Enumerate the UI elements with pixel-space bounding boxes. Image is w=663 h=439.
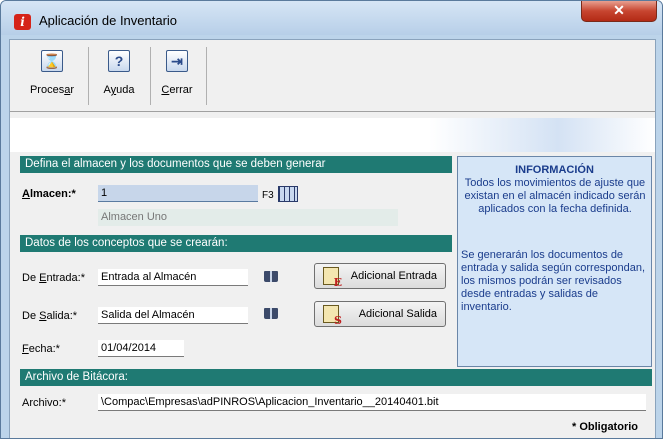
section-conceptos-header: Datos de los conceptos que se crearán:	[20, 235, 452, 252]
info-paragraph-2: Se generarán los documentos de entrada y…	[461, 249, 646, 313]
salida-label: De Salida:*	[22, 310, 78, 322]
grid-lookup-icon[interactable]	[278, 186, 298, 202]
salida-input[interactable]: Salida del Almacén	[98, 307, 248, 324]
toolbar-separator	[150, 47, 151, 105]
f3-hint: F3	[262, 190, 274, 201]
window-title: Aplicación de Inventario	[39, 13, 178, 28]
ayuda-button[interactable]: ? Ayuda	[96, 50, 142, 96]
document-entrada-icon: E	[323, 267, 342, 288]
close-button[interactable]: ✕	[581, 1, 657, 22]
adicional-entrada-button[interactable]: E Adicional Entrada	[314, 263, 446, 289]
book-icon[interactable]	[264, 271, 278, 282]
exit-icon: ⇥	[166, 50, 188, 72]
adicional-salida-button[interactable]: S Adicional Salida	[314, 301, 446, 327]
almacen-name-display: Almacen Uno	[98, 209, 398, 226]
almacen-input[interactable]: 1	[98, 185, 258, 202]
info-panel: INFORMACIÓN Todos los movimientos de aju…	[457, 156, 652, 367]
adicional-entrada-label: Adicional Entrada	[350, 270, 437, 282]
document-salida-icon: S	[323, 305, 342, 326]
section-almacen-header: Defina el almacen y los documentos que s…	[20, 156, 452, 173]
info-paragraph-1: Todos los movimientos de ajuste que exis…	[464, 177, 646, 215]
toolbar: ⌛ Procesar ? Ayuda ⇥ Cerrar	[10, 40, 655, 112]
toolbar-separator	[88, 47, 89, 105]
header-banner	[10, 118, 655, 152]
archivo-label: Archivo:*	[22, 397, 67, 409]
entrada-input[interactable]: Entrada al Almacén	[98, 269, 248, 286]
archivo-input[interactable]: \Compac\Empresas\adPINROS\Aplicacion_Inv…	[98, 394, 646, 411]
section-bitacora-header: Archivo de Bitácora:	[20, 369, 652, 386]
client-area: ⌛ Procesar ? Ayuda ⇥ Cerrar Defina el al…	[9, 39, 656, 438]
help-icon: ?	[108, 50, 130, 72]
fecha-label: Fecha:*	[22, 343, 60, 355]
hourglass-icon: ⌛	[41, 50, 63, 72]
procesar-label: Procesar	[29, 84, 75, 96]
adicional-salida-label: Adicional Salida	[358, 308, 437, 320]
procesar-button[interactable]: ⌛ Procesar	[24, 50, 80, 96]
ayuda-label: Ayuda	[103, 84, 135, 96]
required-note: * Obligatorio	[572, 421, 638, 433]
cerrar-label: Cerrar	[161, 84, 193, 96]
title-bar: i Aplicación de Inventario ✕	[1, 1, 662, 35]
fecha-input[interactable]: 01/04/2014	[98, 340, 184, 357]
cerrar-button[interactable]: ⇥ Cerrar	[156, 50, 198, 96]
book-icon[interactable]	[264, 308, 278, 319]
app-window: i Aplicación de Inventario ✕ ⌛ Procesar …	[0, 0, 663, 439]
toolbar-separator	[206, 47, 207, 105]
app-logo-icon: i	[14, 14, 31, 30]
almacen-label: Almacen:*	[22, 188, 76, 200]
info-title: INFORMACIÓN	[515, 164, 594, 176]
entrada-label: De Entrada:*	[22, 272, 85, 284]
